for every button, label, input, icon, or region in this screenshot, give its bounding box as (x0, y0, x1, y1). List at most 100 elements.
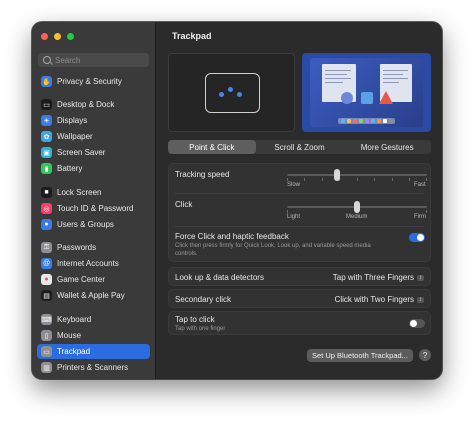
sidebar-item-passwords[interactable]: ⚿ Passwords (37, 240, 150, 255)
sidebar-item-battery[interactable]: ▮ Battery (37, 161, 150, 176)
secondary-click-value: Click with Two Fingers (334, 295, 414, 304)
sidebar-item-trackpad[interactable]: ▭ Trackpad (37, 344, 150, 359)
sidebar-item-label: Keyboard (57, 315, 92, 324)
lock-icon: ■ (41, 187, 52, 198)
sidebar-item-mouse[interactable]: ▯ Mouse (37, 328, 150, 343)
tracking-speed-label: Tracking speed (175, 170, 230, 179)
search-field[interactable] (38, 53, 149, 67)
sidebar: ✋ Privacy & Security ▭ Desktop & Dock ☀ Displ… (32, 22, 156, 379)
tap-to-click-row: Tap to click Tap with one finger (168, 311, 431, 335)
preview-triangle-icon (379, 91, 393, 104)
tab-scroll-and-zoom[interactable]: Scroll & Zoom (256, 140, 344, 154)
sidebar-item-label: Desktop & Dock (57, 100, 115, 109)
settings-window: ✋ Privacy & Security ▭ Desktop & Dock ☀ Displ… (32, 22, 442, 379)
sidebar-item-label: Trackpad (57, 347, 91, 356)
sidebar-item-users-groups[interactable]: ● Users & Groups (37, 217, 150, 232)
tracking-speed-slider-knob[interactable] (334, 169, 341, 181)
sidebar-item-label: Internet Accounts (57, 259, 119, 268)
slider-min-label: Light (287, 214, 301, 220)
sun-icon: ☀ (41, 115, 52, 126)
battery-icon: ▮ (41, 163, 52, 174)
settings-group-click: Tracking speed Slow Fast Click Light Med… (168, 163, 431, 262)
sidebar-item-label: Wallpaper (57, 132, 93, 141)
sidebar-item-label: Wallet & Apple Pay (57, 291, 125, 300)
preview-square-icon (361, 92, 373, 104)
sidebar-item-displays[interactable]: ☀ Displays (37, 113, 150, 128)
sidebar-item-label: Mouse (57, 331, 82, 340)
sidebar-item-label: Users & Groups (57, 220, 114, 229)
sidebar-item-label: Touch ID & Password (57, 204, 134, 213)
sidebar-item-touch-id-password[interactable]: ◎ Touch ID & Password (37, 201, 150, 216)
printer-icon: ▥ (41, 362, 52, 373)
sidebar-item-wallpaper[interactable]: ✿ Wallpaper (37, 129, 150, 144)
sidebar-item-label: Screen Saver (57, 148, 106, 157)
desktop-preview-image (310, 58, 423, 127)
sidebar-item-privacy-security[interactable]: ✋ Privacy & Security (37, 74, 150, 89)
click-label: Click (175, 200, 193, 209)
sidebar-item-wallet-apple-pay[interactable]: ▤ Wallet & Apple Pay (37, 288, 150, 303)
lookup-label: Look up & data detectors (175, 273, 264, 282)
keyboard-icon: ⌨ (41, 314, 52, 325)
search-input[interactable] (55, 53, 145, 67)
sidebar-item-label: Game Center (57, 275, 106, 284)
force-click-label: Force Click and haptic feedback (175, 232, 289, 241)
lookup-value: Tap with Three Fingers (332, 273, 414, 282)
preview-dock (338, 118, 395, 124)
sidebar-item-printers-scanners[interactable]: ▥ Printers & Scanners (37, 360, 150, 375)
trackpad-illustration-icon (205, 73, 260, 113)
zoom-window-button[interactable] (67, 33, 74, 40)
tap-to-click-description: Tap with one finger (175, 326, 226, 332)
finger-dot-icon (237, 92, 242, 97)
chevron-updown-icon: ↕ (417, 274, 424, 281)
slider-max-label: Fast (414, 182, 426, 188)
sidebar-item-lock-screen[interactable]: ■ Lock Screen (37, 185, 150, 200)
sidebar-item-desktop-dock[interactable]: ▭ Desktop & Dock (37, 97, 150, 112)
slider-min-label: Slow (287, 182, 301, 188)
force-click-toggle[interactable] (409, 233, 425, 242)
secondary-click-row: Secondary click Click with Two Fingers ↕ (168, 289, 431, 308)
dock-icon: ▭ (41, 99, 52, 110)
sidebar-item-game-center[interactable]: ● Game Center (37, 272, 150, 287)
preview-circle-icon (341, 92, 353, 104)
mouse-icon: ▯ (41, 330, 52, 341)
sidebar-item-internet-accounts[interactable]: @ Internet Accounts (37, 256, 150, 271)
tap-to-click-label: Tap to click (175, 315, 215, 324)
finger-dot-icon (228, 87, 233, 92)
sidebar-item-label: Displays (57, 116, 88, 125)
gesture-video-preview (302, 53, 431, 132)
close-window-button[interactable] (41, 33, 48, 40)
minimize-window-button[interactable] (54, 33, 61, 40)
setup-bluetooth-trackpad-button[interactable]: Set Up Bluetooth Trackpad... (307, 349, 413, 362)
wallet-icon: ▤ (41, 290, 52, 301)
slider-mid-label: Medium (346, 214, 368, 220)
tap-to-click-toggle[interactable] (409, 319, 425, 328)
screen-saver-icon: ▣ (41, 147, 52, 158)
sidebar-item-label: Lock Screen (57, 188, 102, 197)
slider-max-label: Firm (414, 214, 426, 220)
trackpad-icon: ▭ (41, 346, 52, 357)
fingerprint-icon: ◎ (41, 203, 52, 214)
chevron-updown-icon: ↕ (417, 296, 424, 303)
sidebar-item-screen-saver[interactable]: ▣ Screen Saver (37, 145, 150, 160)
sidebar-item-label: Privacy & Security (57, 77, 122, 86)
hand-icon: ✋ (41, 76, 52, 87)
tab-point-and-click[interactable]: Point & Click (168, 140, 256, 154)
trackpad-pane: Trackpad Point & Click Scroll & Zoom Mor… (156, 22, 442, 379)
key-icon: ⚿ (41, 242, 52, 253)
sidebar-item-label: Passwords (57, 243, 97, 252)
sidebar-item-keyboard[interactable]: ⌨ Keyboard (37, 312, 150, 327)
secondary-click-popup[interactable]: Click with Two Fingers ↕ (335, 295, 424, 304)
click-pressure-slider-knob[interactable] (354, 201, 360, 213)
tab-more-gestures[interactable]: More Gestures (343, 140, 431, 154)
users-icon: ● (41, 219, 52, 230)
gesture-preview (168, 53, 295, 132)
flower-icon: ✿ (41, 131, 52, 142)
at-icon: @ (41, 258, 52, 269)
sidebar-item-label: Battery (57, 164, 83, 173)
tracking-speed-slider[interactable] (287, 174, 427, 176)
force-click-description: Click then press firmly for Quick Look, … (175, 243, 371, 257)
help-button[interactable]: ? (419, 349, 431, 361)
sidebar-item-label: Printers & Scanners (57, 363, 129, 372)
page-title: Trackpad (172, 31, 212, 41)
lookup-popup[interactable]: Tap with Three Fingers ↕ (333, 273, 424, 282)
